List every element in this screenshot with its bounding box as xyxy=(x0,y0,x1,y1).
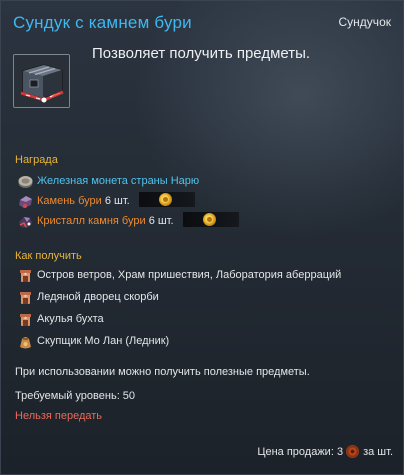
storm-stone-icon xyxy=(17,194,34,210)
dungeon-icon xyxy=(17,312,34,328)
storm-stone-crystal-icon xyxy=(17,214,34,230)
sell-price-amount: 3 xyxy=(336,446,344,458)
obtain-heading: Как получить xyxy=(15,250,82,262)
item-title: Сундук с камнем бури xyxy=(13,13,192,32)
obtain-source-text: Акулья бухта xyxy=(37,313,104,325)
untradeable-label: Нельзя передать xyxy=(15,410,103,422)
item-tooltip: Сундук с камнем бури Сундучок Позволяет … xyxy=(0,0,404,475)
rewards-heading: Награда xyxy=(15,154,58,166)
obtain-source-text: Скупщик Мо Лан (Ледник) xyxy=(37,335,170,347)
sell-price-suffix: за шт. xyxy=(363,446,393,458)
reward-item-quantity: 6 шт. xyxy=(148,215,174,227)
iron-coin-icon xyxy=(17,174,34,190)
item-description: Позволяет получить предметы. xyxy=(92,45,311,62)
reward-item-name: Железная монета страны Нарю xyxy=(37,175,200,187)
storm-stone-chest-icon xyxy=(13,54,70,108)
reward-item-name: Кристалл камня бури xyxy=(37,215,146,227)
required-level: Требуемый уровень: 50 xyxy=(15,390,136,402)
copper-coin-icon xyxy=(346,444,360,458)
obtain-source-text: Ледяной дворец скорби xyxy=(37,291,159,303)
sell-price: Цена продажи: 3 за шт. xyxy=(257,444,393,458)
dungeon-icon xyxy=(17,290,34,306)
sell-price-label: Цена продажи: xyxy=(257,446,334,458)
gold-coin-icon xyxy=(158,193,172,207)
reward-slot xyxy=(138,192,195,208)
reward-slot xyxy=(182,212,239,228)
merchant-icon xyxy=(17,334,34,350)
obtain-source-text: Остров ветров, Храм пришествия, Лаборато… xyxy=(37,269,342,281)
use-description: При использовании можно получить полезны… xyxy=(15,366,310,378)
tooltip-header: Сундук с камнем бури Сундучок xyxy=(1,1,403,41)
dungeon-icon xyxy=(17,268,34,284)
reward-item-name: Камень бури xyxy=(37,195,102,207)
reward-item-quantity: 6 шт. xyxy=(104,195,130,207)
item-type: Сундучок xyxy=(338,15,391,29)
gold-coin-icon xyxy=(202,213,216,227)
